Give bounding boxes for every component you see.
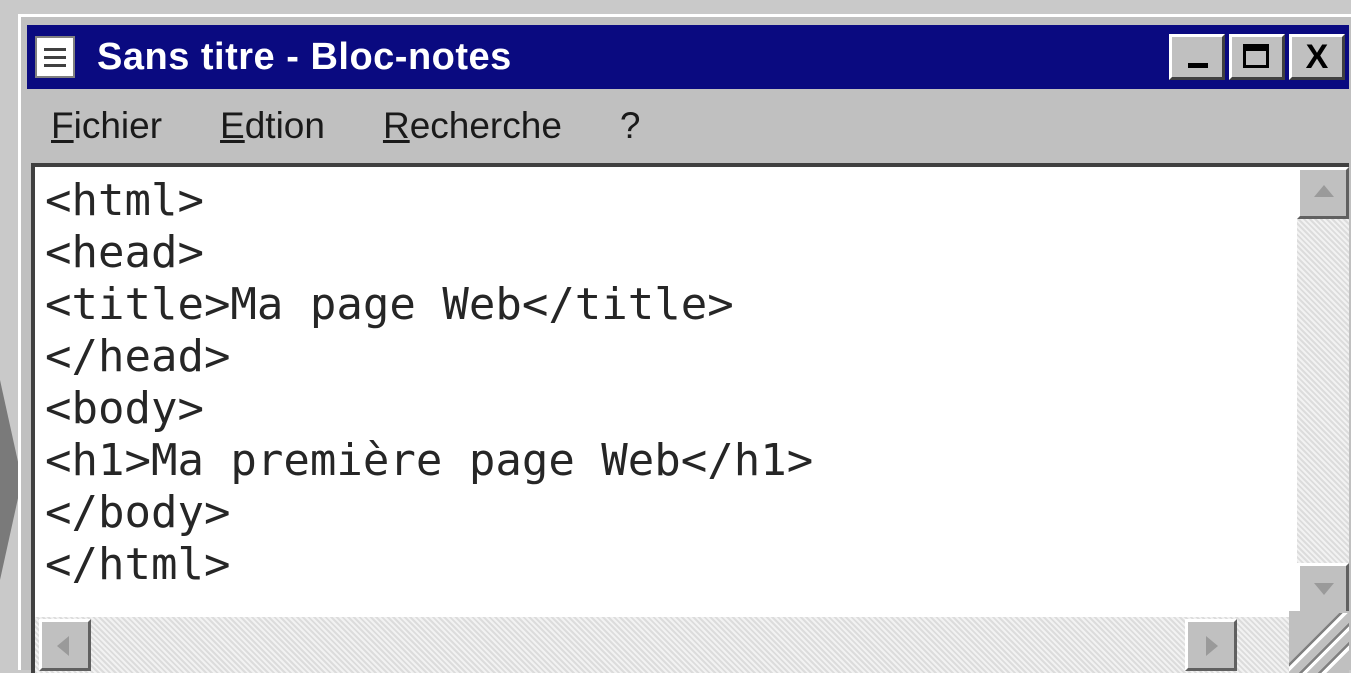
window-title: Sans titre - Bloc-notes [97,35,512,78]
text-editor[interactable]: <html> <head> <title>Ma page Web</title>… [31,163,1349,673]
menu-recherche[interactable]: Recherche [383,105,562,147]
menu-fichier[interactable]: Fichier [51,105,162,147]
close-button[interactable]: X [1289,34,1345,80]
resize-grip-icon[interactable] [1289,611,1349,673]
notepad-window: Sans titre - Bloc-notes X Fichier Edtion… [18,14,1351,673]
arrow-right-icon[interactable] [1185,619,1237,671]
horizontal-scrollbar[interactable] [35,617,1297,673]
arrow-down-icon[interactable] [1297,563,1349,615]
editor-content[interactable]: <html> <head> <title>Ma page Web</title>… [45,175,813,591]
arrow-left-icon[interactable] [39,619,91,671]
menu-help[interactable]: ? [620,105,641,147]
minimize-button[interactable] [1169,34,1225,80]
title-bar[interactable]: Sans titre - Bloc-notes X [27,25,1349,89]
maximize-button[interactable] [1229,34,1285,80]
arrow-up-icon[interactable] [1297,167,1349,219]
notepad-icon[interactable] [35,36,75,78]
menu-edition[interactable]: Edtion [220,105,325,147]
window-controls: X [1169,34,1345,80]
menu-bar: Fichier Edtion Recherche ? [27,95,1349,157]
vertical-scrollbar[interactable] [1297,167,1349,615]
